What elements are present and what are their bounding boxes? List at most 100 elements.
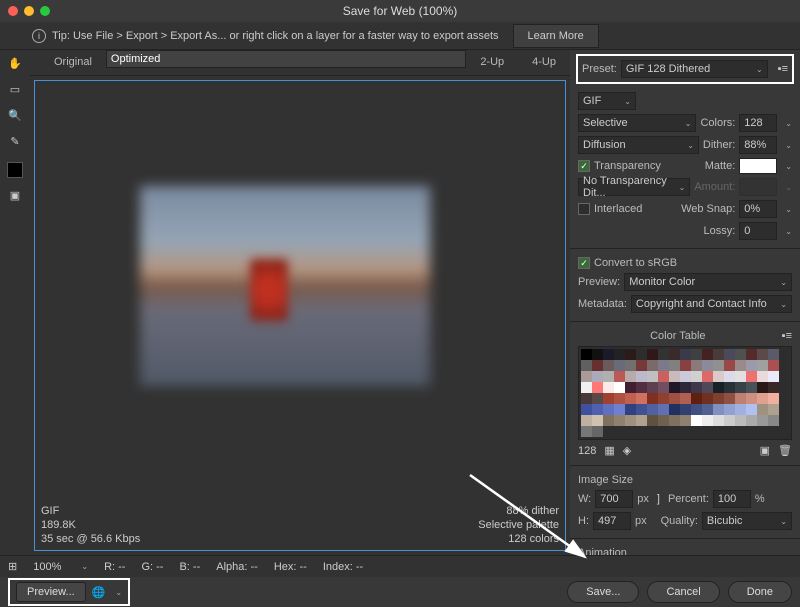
matte-swatch[interactable] bbox=[739, 158, 777, 174]
color-swatch[interactable] bbox=[702, 393, 713, 404]
color-swatch[interactable] bbox=[592, 371, 603, 382]
color-swatch[interactable] bbox=[581, 404, 592, 415]
color-swatch[interactable] bbox=[658, 404, 669, 415]
color-swatch[interactable] bbox=[592, 415, 603, 426]
transparency-checkbox[interactable]: ✓ bbox=[578, 160, 590, 172]
preview-button[interactable]: Preview... bbox=[16, 582, 86, 602]
color-swatch[interactable] bbox=[724, 382, 735, 393]
tab-optimized[interactable]: Optimized bbox=[106, 50, 466, 68]
color-swatch[interactable] bbox=[713, 349, 724, 360]
color-swatch[interactable] bbox=[647, 382, 658, 393]
color-swatch[interactable] bbox=[614, 360, 625, 371]
color-swatch[interactable] bbox=[713, 371, 724, 382]
color-swatch[interactable] bbox=[680, 360, 691, 371]
color-swatch[interactable] bbox=[625, 371, 636, 382]
color-swatch[interactable] bbox=[735, 382, 746, 393]
colors-input[interactable]: 128 bbox=[739, 114, 777, 132]
color-swatch[interactable] bbox=[625, 360, 636, 371]
color-swatch[interactable] bbox=[691, 371, 702, 382]
color-swatch[interactable] bbox=[658, 382, 669, 393]
color-swatch[interactable] bbox=[647, 349, 658, 360]
color-swatch[interactable] bbox=[757, 371, 768, 382]
percent-input[interactable]: 100 bbox=[713, 490, 751, 508]
color-swatch[interactable] bbox=[691, 382, 702, 393]
color-swatch[interactable] bbox=[735, 415, 746, 426]
color-swatch[interactable] bbox=[592, 382, 603, 393]
color-swatch[interactable] bbox=[746, 382, 757, 393]
color-swatch[interactable] bbox=[669, 415, 680, 426]
color-swatch[interactable] bbox=[603, 415, 614, 426]
color-swatch[interactable] bbox=[757, 382, 768, 393]
color-swatch[interactable] bbox=[768, 371, 779, 382]
color-swatch[interactable] bbox=[724, 415, 735, 426]
preset-select[interactable]: GIF 128 Dithered⌄ bbox=[621, 60, 768, 78]
color-swatch[interactable] bbox=[724, 360, 735, 371]
color-swatch[interactable] bbox=[7, 162, 23, 178]
color-swatch[interactable] bbox=[592, 360, 603, 371]
color-swatch[interactable] bbox=[768, 349, 779, 360]
color-swatch[interactable] bbox=[658, 349, 669, 360]
color-swatch[interactable] bbox=[603, 404, 614, 415]
color-swatch[interactable] bbox=[691, 393, 702, 404]
color-swatch[interactable] bbox=[603, 360, 614, 371]
color-swatch[interactable] bbox=[581, 393, 592, 404]
websnap-input[interactable]: 0% bbox=[739, 200, 777, 218]
color-swatch[interactable] bbox=[636, 404, 647, 415]
width-input[interactable]: 700 bbox=[595, 490, 633, 508]
color-swatch[interactable] bbox=[647, 371, 658, 382]
color-swatch[interactable] bbox=[603, 371, 614, 382]
color-swatch[interactable] bbox=[680, 382, 691, 393]
color-swatch[interactable] bbox=[680, 349, 691, 360]
color-swatch[interactable] bbox=[636, 393, 647, 404]
color-swatch[interactable] bbox=[735, 404, 746, 415]
color-swatch[interactable] bbox=[768, 382, 779, 393]
dither-input[interactable]: 88% bbox=[739, 136, 777, 154]
color-swatch[interactable] bbox=[746, 393, 757, 404]
color-swatch[interactable] bbox=[647, 360, 658, 371]
tab-2up[interactable]: 2-Up bbox=[466, 50, 518, 75]
color-swatch[interactable] bbox=[669, 360, 680, 371]
color-swatch[interactable] bbox=[581, 360, 592, 371]
done-button[interactable]: Done bbox=[728, 581, 792, 603]
color-swatch[interactable] bbox=[614, 371, 625, 382]
color-swatch[interactable] bbox=[691, 360, 702, 371]
tab-original[interactable]: Original bbox=[40, 50, 106, 75]
hand-tool-icon[interactable]: ✋ bbox=[6, 54, 24, 72]
color-swatch[interactable] bbox=[713, 382, 724, 393]
color-swatch[interactable] bbox=[581, 371, 592, 382]
color-swatch[interactable] bbox=[680, 371, 691, 382]
color-swatch[interactable] bbox=[702, 360, 713, 371]
cancel-button[interactable]: Cancel bbox=[647, 581, 719, 603]
save-button[interactable]: Save... bbox=[567, 581, 639, 603]
eyedropper-tool-icon[interactable]: ✎ bbox=[6, 132, 24, 150]
color-swatch[interactable] bbox=[614, 393, 625, 404]
format-select[interactable]: GIF⌄ bbox=[578, 92, 636, 110]
color-swatch[interactable] bbox=[746, 360, 757, 371]
color-table[interactable] bbox=[578, 346, 792, 440]
ct-icon[interactable]: ▦ bbox=[604, 444, 614, 457]
color-swatch[interactable] bbox=[757, 349, 768, 360]
color-swatch[interactable] bbox=[702, 371, 713, 382]
browser-icon[interactable]: 🌐 bbox=[92, 586, 106, 599]
zoom-select[interactable]: 100% bbox=[33, 561, 61, 573]
color-swatch[interactable] bbox=[614, 404, 625, 415]
color-swatch[interactable] bbox=[702, 404, 713, 415]
color-swatch[interactable] bbox=[713, 415, 724, 426]
color-swatch[interactable] bbox=[724, 404, 735, 415]
color-swatch[interactable] bbox=[746, 415, 757, 426]
color-swatch[interactable] bbox=[614, 349, 625, 360]
color-swatch[interactable] bbox=[713, 404, 724, 415]
color-swatch[interactable] bbox=[669, 393, 680, 404]
learn-more-button[interactable]: Learn More bbox=[513, 24, 599, 48]
color-swatch[interactable] bbox=[757, 415, 768, 426]
color-swatch[interactable] bbox=[625, 404, 636, 415]
color-swatch[interactable] bbox=[603, 382, 614, 393]
grid-icon[interactable]: ⊞ bbox=[8, 560, 17, 573]
color-swatch[interactable] bbox=[746, 349, 757, 360]
color-swatch[interactable] bbox=[581, 415, 592, 426]
color-swatch[interactable] bbox=[625, 393, 636, 404]
color-swatch[interactable] bbox=[581, 426, 592, 437]
color-swatch[interactable] bbox=[691, 415, 702, 426]
preset-menu-icon[interactable]: ▪≡ bbox=[778, 63, 788, 75]
color-swatch[interactable] bbox=[636, 349, 647, 360]
